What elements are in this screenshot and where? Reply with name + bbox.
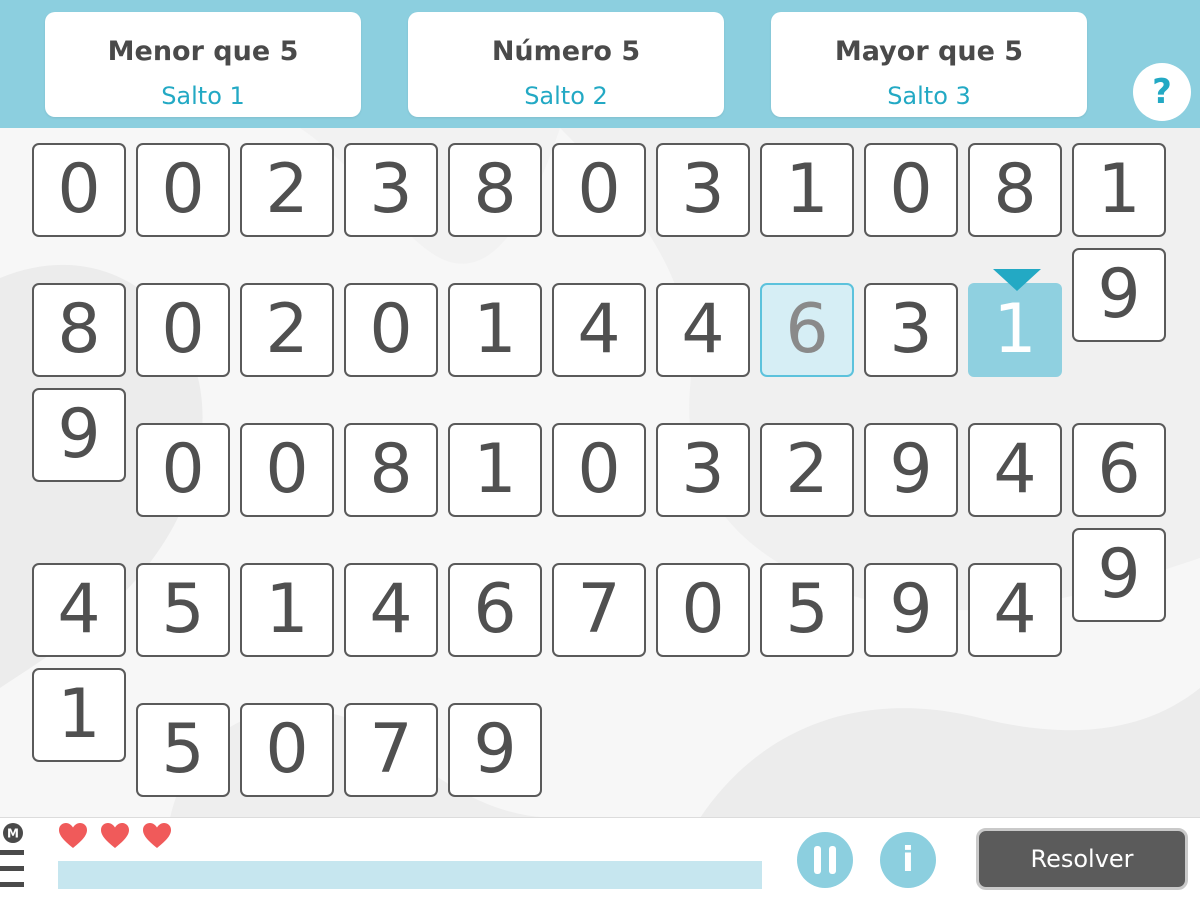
number-tile[interactable]: 5 bbox=[760, 563, 854, 657]
number-tile[interactable]: 1 bbox=[32, 668, 126, 762]
rule-card-greater-than: Mayor que 5 Salto 3 bbox=[771, 12, 1087, 117]
number-tile[interactable]: 3 bbox=[344, 143, 438, 237]
rule-card-less-than: Menor que 5 Salto 1 bbox=[45, 12, 361, 117]
rule-title: Menor que 5 bbox=[107, 36, 299, 67]
number-tile[interactable]: 3 bbox=[656, 143, 750, 237]
number-tile-current[interactable]: 1 bbox=[968, 283, 1062, 377]
number-tile[interactable]: 1 bbox=[448, 423, 542, 517]
rule-jump: Salto 3 bbox=[887, 82, 971, 110]
number-tile-hint[interactable]: 6 bbox=[760, 283, 854, 377]
help-button[interactable]: ? bbox=[1133, 63, 1191, 121]
number-tile[interactable]: 4 bbox=[656, 283, 750, 377]
number-tile[interactable]: 0 bbox=[32, 143, 126, 237]
number-tile[interactable]: 0 bbox=[656, 563, 750, 657]
number-tile[interactable]: 0 bbox=[240, 703, 334, 797]
number-tile[interactable]: 0 bbox=[136, 283, 230, 377]
number-tile[interactable]: 2 bbox=[240, 283, 334, 377]
number-tile[interactable]: 4 bbox=[968, 423, 1062, 517]
number-tile[interactable]: 4 bbox=[552, 283, 646, 377]
number-tile[interactable]: 4 bbox=[32, 563, 126, 657]
rule-title: Mayor que 5 bbox=[834, 36, 1024, 67]
number-tile[interactable]: 9 bbox=[32, 388, 126, 482]
pause-icon bbox=[814, 846, 836, 874]
number-tile[interactable]: 1 bbox=[1072, 143, 1166, 237]
number-tile[interactable]: 0 bbox=[552, 423, 646, 517]
number-tile[interactable]: 7 bbox=[344, 703, 438, 797]
number-tile[interactable]: 8 bbox=[344, 423, 438, 517]
rule-jump: Salto 1 bbox=[161, 82, 245, 110]
pause-button[interactable] bbox=[797, 832, 853, 888]
number-tile[interactable]: 5 bbox=[136, 563, 230, 657]
number-tile[interactable]: 9 bbox=[1072, 528, 1166, 622]
number-tile[interactable]: 2 bbox=[240, 143, 334, 237]
number-tile[interactable]: 3 bbox=[656, 423, 750, 517]
number-tile[interactable]: 1 bbox=[448, 283, 542, 377]
number-tile[interactable]: 7 bbox=[552, 563, 646, 657]
number-tile[interactable]: 6 bbox=[1072, 423, 1166, 517]
number-tile[interactable]: 1 bbox=[240, 563, 334, 657]
rule-jump: Salto 2 bbox=[524, 82, 608, 110]
rule-card-equal: Número 5 Salto 2 bbox=[408, 12, 724, 117]
number-tile[interactable]: 0 bbox=[552, 143, 646, 237]
rules-header: Menor que 5 Salto 1 Número 5 Salto 2 May… bbox=[0, 0, 1200, 128]
progress-bar bbox=[58, 861, 762, 889]
info-button[interactable]: i bbox=[880, 832, 936, 888]
number-tile[interactable]: 1 bbox=[760, 143, 854, 237]
number-tile[interactable]: 8 bbox=[968, 143, 1062, 237]
rule-title: Número 5 bbox=[491, 36, 641, 67]
number-tile[interactable]: 4 bbox=[344, 563, 438, 657]
number-tile[interactable]: 9 bbox=[448, 703, 542, 797]
number-tile[interactable]: 0 bbox=[136, 423, 230, 517]
number-tile[interactable]: 9 bbox=[864, 563, 958, 657]
heart-icon bbox=[100, 822, 130, 850]
number-tile[interactable]: 0 bbox=[136, 143, 230, 237]
menu-button[interactable]: M bbox=[0, 822, 28, 897]
heart-icon bbox=[142, 822, 172, 850]
number-tile[interactable]: 0 bbox=[864, 143, 958, 237]
heart-icon bbox=[58, 822, 88, 850]
info-icon: i bbox=[902, 840, 914, 880]
number-tile[interactable]: 0 bbox=[240, 423, 334, 517]
number-tile[interactable]: 8 bbox=[32, 283, 126, 377]
number-tile[interactable]: 4 bbox=[968, 563, 1062, 657]
number-tile[interactable]: 9 bbox=[864, 423, 958, 517]
number-tile[interactable]: 8 bbox=[448, 143, 542, 237]
number-tile[interactable]: 5 bbox=[136, 703, 230, 797]
menu-badge: M bbox=[7, 827, 19, 841]
number-tile[interactable]: 0 bbox=[344, 283, 438, 377]
number-tile[interactable]: 6 bbox=[448, 563, 542, 657]
number-tile[interactable]: 9 bbox=[1072, 248, 1166, 342]
number-tile[interactable]: 2 bbox=[760, 423, 854, 517]
resolve-button[interactable]: Resolver bbox=[976, 828, 1188, 890]
number-tile[interactable]: 3 bbox=[864, 283, 958, 377]
current-position-pointer-icon bbox=[993, 269, 1041, 291]
